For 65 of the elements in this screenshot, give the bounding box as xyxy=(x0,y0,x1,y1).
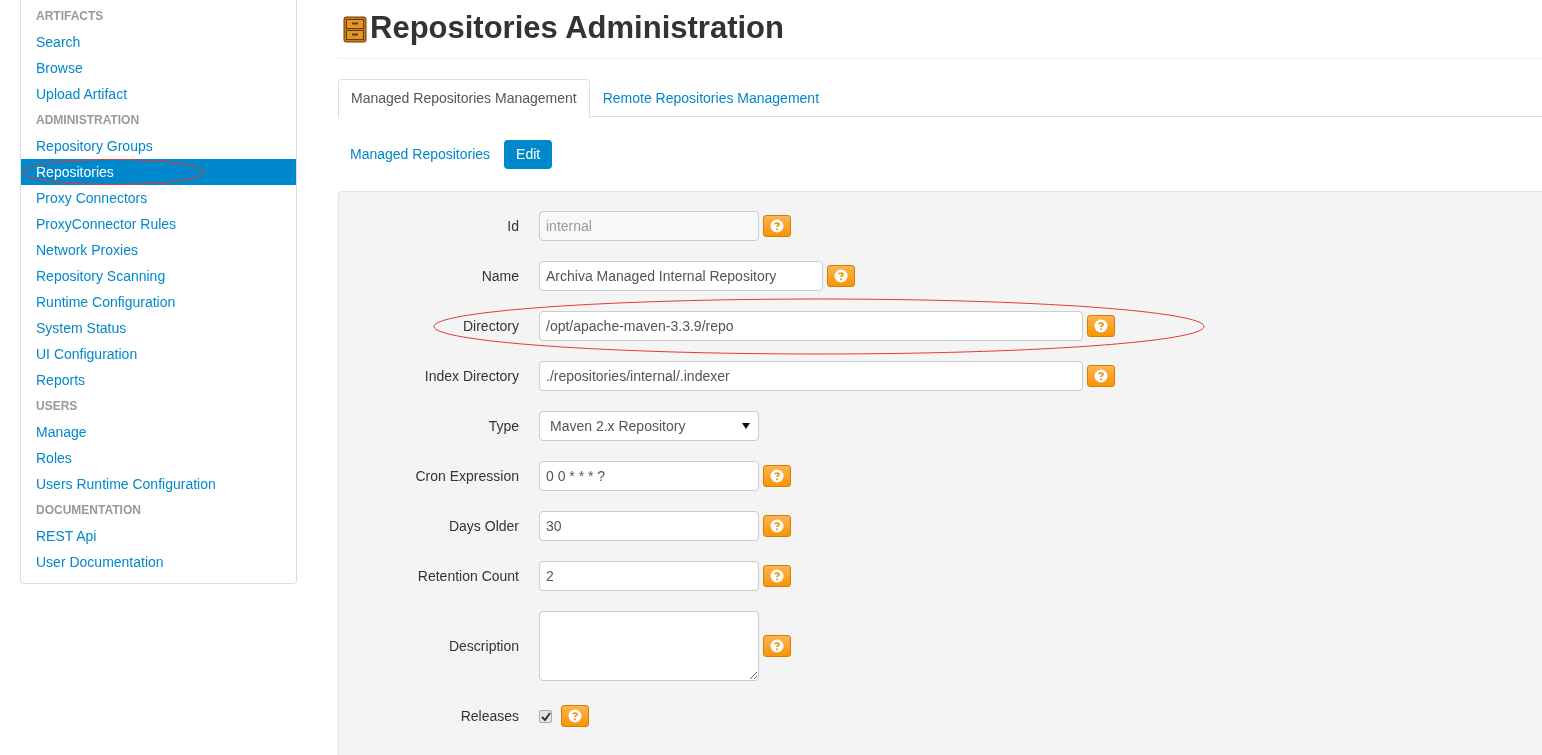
sidebar-item[interactable]: Users Runtime Configuration xyxy=(21,471,296,497)
edit-button[interactable]: Edit xyxy=(504,140,553,169)
sidebar-item[interactable]: System Status xyxy=(21,315,296,341)
sidebar-item[interactable]: Browse xyxy=(21,55,296,81)
sidebar-item[interactable]: Search xyxy=(21,29,296,55)
field-label: Description xyxy=(447,638,520,654)
question-icon xyxy=(1094,369,1108,383)
sidebar-item[interactable]: Runtime Configuration xyxy=(21,289,296,315)
help-button[interactable] xyxy=(827,265,855,287)
sidebar-item[interactable]: Repository Groups xyxy=(21,133,296,159)
sidebar-item[interactable]: User Documentation xyxy=(21,549,296,575)
help-button[interactable] xyxy=(763,515,791,537)
question-icon xyxy=(770,569,784,583)
sidebar-item[interactable]: ProxyConnector Rules xyxy=(21,211,296,237)
sidebar-header: ARTIFACTS xyxy=(35,8,105,25)
field-label: Releases xyxy=(459,708,520,724)
sidebar-header: ADMINISTRATION xyxy=(35,112,141,129)
tab[interactable]: Remote Repositories Management xyxy=(589,79,833,117)
page-title: Repositories Administration xyxy=(370,9,784,46)
sidebar-item[interactable]: Roles xyxy=(21,445,296,471)
help-button[interactable] xyxy=(763,635,791,657)
text-field[interactable]: 2 xyxy=(539,561,759,591)
type-dropdown[interactable]: Maven 2.x Repository xyxy=(539,411,759,441)
tab[interactable]: Managed Repositories Management xyxy=(338,79,590,118)
text-field[interactable]: 30 xyxy=(539,511,759,541)
field-label: Index Directory xyxy=(423,368,520,384)
sidebar-item[interactable]: Reports xyxy=(21,367,296,393)
sidebar-header: DOCUMENTATION xyxy=(35,502,142,519)
field-label: Type xyxy=(487,418,520,434)
cabinet-icon xyxy=(343,16,367,43)
sidebar-item[interactable]: UI Configuration xyxy=(21,341,296,367)
sidebar-header: USERS xyxy=(35,398,79,415)
sidebar-item[interactable]: Repositories xyxy=(21,159,296,185)
caret-icon xyxy=(742,423,750,429)
question-icon xyxy=(1094,319,1108,333)
help-button[interactable] xyxy=(1087,365,1115,387)
help-button[interactable] xyxy=(763,565,791,587)
text-field[interactable]: ./repositories/internal/.indexer xyxy=(539,361,1083,391)
sidebar-item[interactable]: Upload Artifact xyxy=(21,81,296,107)
help-button[interactable] xyxy=(561,705,589,727)
question-icon xyxy=(834,269,848,283)
text-field[interactable]: 0 0 * * * ? xyxy=(539,461,759,491)
releases-checkbox[interactable] xyxy=(539,709,552,723)
field-label: Days Older xyxy=(447,518,520,534)
help-button[interactable] xyxy=(1087,315,1115,337)
question-icon xyxy=(770,639,784,653)
field-label: Directory xyxy=(462,318,520,334)
field-label: Cron Expression xyxy=(414,468,520,484)
help-button[interactable] xyxy=(763,465,791,487)
sidebar-item[interactable]: Repository Scanning xyxy=(21,263,296,289)
question-icon xyxy=(770,219,784,233)
sidebar-item[interactable]: Network Proxies xyxy=(21,237,296,263)
question-icon xyxy=(770,519,784,533)
description-field[interactable] xyxy=(539,611,759,681)
text-field[interactable]: /opt/apache-maven-3.3.9/repo xyxy=(539,311,1083,341)
sidebar-item[interactable]: REST Api xyxy=(21,523,296,549)
question-icon xyxy=(568,709,582,723)
sidebar-item[interactable]: Proxy Connectors xyxy=(21,185,296,211)
field-label: Name xyxy=(480,268,520,284)
sidebar-item[interactable]: Manage xyxy=(21,419,296,445)
question-icon xyxy=(770,469,784,483)
field-label: Id xyxy=(506,218,520,234)
text-field[interactable]: Archiva Managed Internal Repository xyxy=(539,261,823,291)
nav-link[interactable]: Managed Repositories xyxy=(338,140,503,169)
field-label: Retention Count xyxy=(416,568,520,584)
